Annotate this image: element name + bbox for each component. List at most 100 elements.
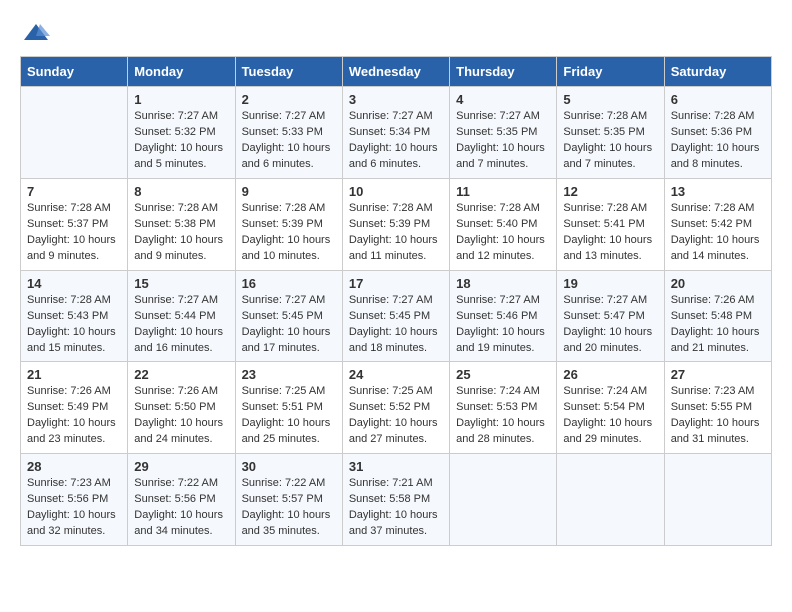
calendar-cell: 8 Sunrise: 7:28 AM Sunset: 5:38 PM Daylig…	[128, 178, 235, 270]
day-content: Sunrise: 7:21 AM Sunset: 5:58 PM Dayligh…	[349, 476, 443, 540]
day-content: Sunrise: 7:26 AM Sunset: 5:50 PM Dayligh…	[134, 384, 228, 448]
day-number: 19	[563, 276, 657, 291]
day-number: 29	[134, 459, 228, 474]
calendar-header-row: SundayMondayTuesdayWednesdayThursdayFrid…	[21, 57, 772, 87]
day-content: Sunrise: 7:27 AM Sunset: 5:45 PM Dayligh…	[349, 293, 443, 357]
day-header-saturday: Saturday	[664, 57, 771, 87]
day-content: Sunrise: 7:23 AM Sunset: 5:56 PM Dayligh…	[27, 476, 121, 540]
day-number: 28	[27, 459, 121, 474]
calendar-week-4: 21 Sunrise: 7:26 AM Sunset: 5:49 PM Dayli…	[21, 362, 772, 454]
calendar-table: SundayMondayTuesdayWednesdayThursdayFrid…	[20, 56, 772, 546]
day-content: Sunrise: 7:22 AM Sunset: 5:56 PM Dayligh…	[134, 476, 228, 540]
day-header-monday: Monday	[128, 57, 235, 87]
calendar-cell: 28 Sunrise: 7:23 AM Sunset: 5:56 PM Dayli…	[21, 454, 128, 546]
day-content: Sunrise: 7:28 AM Sunset: 5:39 PM Dayligh…	[349, 201, 443, 265]
day-number: 18	[456, 276, 550, 291]
day-number: 10	[349, 184, 443, 199]
calendar-cell: 22Sunrise: 7:26 AM Sunset: 5:50 PM Dayli…	[128, 362, 235, 454]
day-content: Sunrise: 7:27 AM Sunset: 5:32 PM Dayligh…	[134, 109, 228, 173]
logo-icon	[22, 22, 50, 44]
calendar-cell: 11 Sunrise: 7:28 AM Sunset: 5:40 PM Dayli…	[450, 178, 557, 270]
day-number: 25	[456, 367, 550, 382]
day-content: Sunrise: 7:28 AM Sunset: 5:37 PM Dayligh…	[27, 201, 121, 265]
day-content: Sunrise: 7:28 AM Sunset: 5:42 PM Dayligh…	[671, 201, 765, 265]
calendar-week-5: 28 Sunrise: 7:23 AM Sunset: 5:56 PM Dayli…	[21, 454, 772, 546]
calendar-cell: 7 Sunrise: 7:28 AM Sunset: 5:37 PM Daylig…	[21, 178, 128, 270]
day-content: Sunrise: 7:25 AM Sunset: 5:52 PM Dayligh…	[349, 384, 443, 448]
calendar-cell: 9 Sunrise: 7:28 AM Sunset: 5:39 PM Daylig…	[235, 178, 342, 270]
day-content: Sunrise: 7:28 AM Sunset: 5:35 PM Dayligh…	[563, 109, 657, 173]
calendar-cell	[664, 454, 771, 546]
day-number: 20	[671, 276, 765, 291]
calendar-cell: 5Sunrise: 7:28 AM Sunset: 5:35 PM Daylig…	[557, 87, 664, 179]
day-content: Sunrise: 7:27 AM Sunset: 5:34 PM Dayligh…	[349, 109, 443, 173]
calendar-body: 1 Sunrise: 7:27 AM Sunset: 5:32 PM Daylig…	[21, 87, 772, 546]
calendar-cell: 30 Sunrise: 7:22 AM Sunset: 5:57 PM Dayli…	[235, 454, 342, 546]
day-number: 7	[27, 184, 121, 199]
day-number: 2	[242, 92, 336, 107]
day-header-friday: Friday	[557, 57, 664, 87]
day-header-tuesday: Tuesday	[235, 57, 342, 87]
calendar-cell: 1 Sunrise: 7:27 AM Sunset: 5:32 PM Daylig…	[128, 87, 235, 179]
calendar-cell: 3 Sunrise: 7:27 AM Sunset: 5:34 PM Daylig…	[342, 87, 449, 179]
calendar-cell: 12 Sunrise: 7:28 AM Sunset: 5:41 PM Dayli…	[557, 178, 664, 270]
calendar-cell	[557, 454, 664, 546]
day-number: 31	[349, 459, 443, 474]
day-number: 9	[242, 184, 336, 199]
calendar-cell: 26Sunrise: 7:24 AM Sunset: 5:54 PM Dayli…	[557, 362, 664, 454]
calendar-cell	[21, 87, 128, 179]
day-number: 24	[349, 367, 443, 382]
day-number: 16	[242, 276, 336, 291]
day-number: 8	[134, 184, 228, 199]
calendar-week-1: 1 Sunrise: 7:27 AM Sunset: 5:32 PM Daylig…	[21, 87, 772, 179]
day-content: Sunrise: 7:27 AM Sunset: 5:33 PM Dayligh…	[242, 109, 336, 173]
day-content: Sunrise: 7:28 AM Sunset: 5:40 PM Dayligh…	[456, 201, 550, 265]
day-number: 12	[563, 184, 657, 199]
logo	[20, 20, 52, 40]
day-number: 3	[349, 92, 443, 107]
day-number: 21	[27, 367, 121, 382]
day-header-sunday: Sunday	[21, 57, 128, 87]
calendar-cell: 23Sunrise: 7:25 AM Sunset: 5:51 PM Dayli…	[235, 362, 342, 454]
calendar-cell	[450, 454, 557, 546]
day-content: Sunrise: 7:27 AM Sunset: 5:44 PM Dayligh…	[134, 293, 228, 357]
calendar-cell: 2 Sunrise: 7:27 AM Sunset: 5:33 PM Daylig…	[235, 87, 342, 179]
day-content: Sunrise: 7:27 AM Sunset: 5:46 PM Dayligh…	[456, 293, 550, 357]
calendar-cell: 19 Sunrise: 7:27 AM Sunset: 5:47 PM Dayli…	[557, 270, 664, 362]
day-number: 13	[671, 184, 765, 199]
logo-text	[20, 20, 52, 44]
day-number: 27	[671, 367, 765, 382]
page-header	[20, 20, 772, 40]
day-number: 14	[27, 276, 121, 291]
day-header-thursday: Thursday	[450, 57, 557, 87]
calendar-cell: 4Sunrise: 7:27 AM Sunset: 5:35 PM Daylig…	[450, 87, 557, 179]
day-content: Sunrise: 7:25 AM Sunset: 5:51 PM Dayligh…	[242, 384, 336, 448]
calendar-cell: 15Sunrise: 7:27 AM Sunset: 5:44 PM Dayli…	[128, 270, 235, 362]
day-header-wednesday: Wednesday	[342, 57, 449, 87]
day-content: Sunrise: 7:27 AM Sunset: 5:47 PM Dayligh…	[563, 293, 657, 357]
calendar-cell: 27 Sunrise: 7:23 AM Sunset: 5:55 PM Dayli…	[664, 362, 771, 454]
calendar-cell: 16Sunrise: 7:27 AM Sunset: 5:45 PM Dayli…	[235, 270, 342, 362]
day-number: 1	[134, 92, 228, 107]
day-content: Sunrise: 7:24 AM Sunset: 5:53 PM Dayligh…	[456, 384, 550, 448]
calendar-cell: 21 Sunrise: 7:26 AM Sunset: 5:49 PM Dayli…	[21, 362, 128, 454]
day-number: 11	[456, 184, 550, 199]
calendar-cell: 29 Sunrise: 7:22 AM Sunset: 5:56 PM Dayli…	[128, 454, 235, 546]
day-content: Sunrise: 7:24 AM Sunset: 5:54 PM Dayligh…	[563, 384, 657, 448]
calendar-cell: 10 Sunrise: 7:28 AM Sunset: 5:39 PM Dayli…	[342, 178, 449, 270]
day-content: Sunrise: 7:28 AM Sunset: 5:38 PM Dayligh…	[134, 201, 228, 265]
calendar-cell: 25 Sunrise: 7:24 AM Sunset: 5:53 PM Dayli…	[450, 362, 557, 454]
day-number: 30	[242, 459, 336, 474]
day-content: Sunrise: 7:26 AM Sunset: 5:49 PM Dayligh…	[27, 384, 121, 448]
day-content: Sunrise: 7:22 AM Sunset: 5:57 PM Dayligh…	[242, 476, 336, 540]
day-content: Sunrise: 7:28 AM Sunset: 5:41 PM Dayligh…	[563, 201, 657, 265]
calendar-cell: 13 Sunrise: 7:28 AM Sunset: 5:42 PM Dayli…	[664, 178, 771, 270]
calendar-cell: 17 Sunrise: 7:27 AM Sunset: 5:45 PM Dayli…	[342, 270, 449, 362]
day-number: 17	[349, 276, 443, 291]
day-content: Sunrise: 7:23 AM Sunset: 5:55 PM Dayligh…	[671, 384, 765, 448]
calendar-week-3: 14 Sunrise: 7:28 AM Sunset: 5:43 PM Dayli…	[21, 270, 772, 362]
day-content: Sunrise: 7:28 AM Sunset: 5:43 PM Dayligh…	[27, 293, 121, 357]
calendar-cell: 31 Sunrise: 7:21 AM Sunset: 5:58 PM Dayli…	[342, 454, 449, 546]
calendar-cell: 18 Sunrise: 7:27 AM Sunset: 5:46 PM Dayli…	[450, 270, 557, 362]
day-content: Sunrise: 7:28 AM Sunset: 5:39 PM Dayligh…	[242, 201, 336, 265]
